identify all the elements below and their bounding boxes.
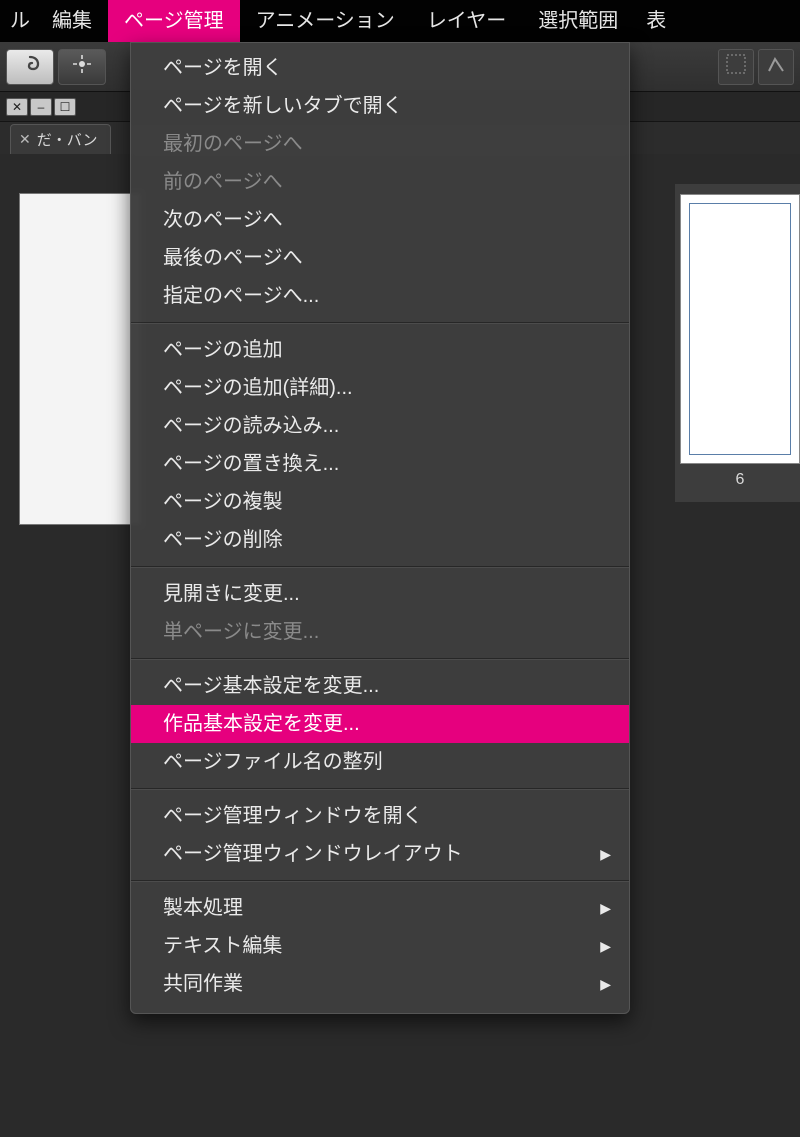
menubar: ル 編集 ページ管理 アニメーション レイヤー 選択範囲 表 (0, 0, 800, 42)
menu-replace-page[interactable]: ページの置き換え... (131, 445, 629, 483)
menu-open-page-manager[interactable]: ページ管理ウィンドウを開く (131, 797, 629, 835)
tool-swirl-button[interactable] (6, 49, 54, 85)
maximize-icon: ☐ (60, 100, 71, 114)
menu-separator (131, 566, 629, 568)
submenu-arrow-icon: ▶ (600, 970, 611, 998)
submenu-arrow-icon: ▶ (600, 894, 611, 922)
submenu-arrow-icon: ▶ (600, 932, 611, 960)
tool-grid-button[interactable] (718, 49, 754, 85)
menubar-item-page-manage[interactable]: ページ管理 (108, 0, 240, 42)
menu-page-manager-layout[interactable]: ページ管理ウィンドウレイアウト ▶ (131, 835, 629, 873)
swirl-icon (18, 54, 42, 79)
menu-add-page-detail[interactable]: ページの追加(詳細)... (131, 369, 629, 407)
menu-prev-page: 前のページへ (131, 163, 629, 201)
menu-separator (131, 880, 629, 882)
sparkle-icon (72, 54, 92, 79)
menu-label: テキスト編集 (163, 935, 282, 957)
curve-icon (766, 54, 786, 79)
menu-page-settings[interactable]: ページ基本設定を変更... (131, 667, 629, 705)
menu-open-new-tab[interactable]: ページを新しいタブで開く (131, 87, 629, 125)
menu-separator (131, 658, 629, 660)
thumbnail-label: 6 (681, 471, 799, 489)
panel-max-button[interactable]: ☐ (54, 98, 76, 116)
panel-close-button[interactable]: ✕ (6, 98, 28, 116)
menu-next-page[interactable]: 次のページへ (131, 201, 629, 239)
menu-label: 共同作業 (163, 973, 243, 995)
menu-last-page[interactable]: 最後のページへ (131, 239, 629, 277)
menu-separator (131, 322, 629, 324)
menu-binding[interactable]: 製本処理 ▶ (131, 889, 629, 927)
menubar-item-selection[interactable]: 選択範囲 (522, 0, 634, 42)
menu-text-edit[interactable]: テキスト編集 ▶ (131, 927, 629, 965)
canvas-area[interactable] (20, 194, 140, 524)
menu-to-spread[interactable]: 見開きに変更... (131, 575, 629, 613)
menu-sort-filenames[interactable]: ページファイル名の整列 (131, 743, 629, 781)
menu-goto-page[interactable]: 指定のページへ... (131, 277, 629, 315)
menu-label: ページ管理ウィンドウレイアウト (163, 843, 463, 865)
menubar-item-animation[interactable]: アニメーション (240, 0, 411, 42)
menu-delete-page[interactable]: ページの削除 (131, 521, 629, 559)
menu-duplicate-page[interactable]: ページの複製 (131, 483, 629, 521)
menu-add-page[interactable]: ページの追加 (131, 331, 629, 369)
menubar-item-trail: ル (10, 0, 36, 42)
page-thumbnail[interactable]: 6 (680, 194, 800, 464)
document-tab[interactable]: ✕ だ・バン (10, 124, 111, 154)
menu-collaborate[interactable]: 共同作業 ▶ (131, 965, 629, 1003)
panel-min-button[interactable]: – (30, 98, 52, 116)
menu-label: 製本処理 (163, 897, 243, 919)
menubar-item-tail: 表 (634, 0, 672, 42)
tab-close-icon[interactable]: ✕ (19, 131, 31, 148)
minimize-icon: – (38, 100, 45, 114)
page-manage-menu: ページを開く ページを新しいタブで開く 最初のページへ 前のページへ 次のページ… (130, 42, 630, 1014)
menu-import-page[interactable]: ページの読み込み... (131, 407, 629, 445)
grid-icon (726, 54, 746, 79)
menu-separator (131, 788, 629, 790)
thumbnail-content (689, 203, 791, 455)
submenu-arrow-icon: ▶ (600, 840, 611, 868)
close-icon: ✕ (12, 100, 22, 114)
tool-sparkle-button[interactable] (58, 49, 106, 85)
menu-first-page: 最初のページへ (131, 125, 629, 163)
tool-curve-button[interactable] (758, 49, 794, 85)
menubar-item-edit[interactable]: 編集 (36, 0, 108, 42)
menu-to-single: 単ページに変更... (131, 613, 629, 651)
tab-label: だ・バン (37, 129, 98, 150)
menu-work-settings[interactable]: 作品基本設定を変更... (131, 705, 629, 743)
menubar-item-layer[interactable]: レイヤー (411, 0, 522, 42)
menu-open-page[interactable]: ページを開く (131, 49, 629, 87)
